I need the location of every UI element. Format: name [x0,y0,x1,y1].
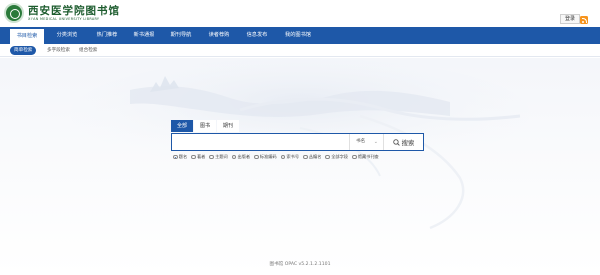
filter-standard-code[interactable]: 标准编码 [254,154,277,160]
logo-text: 西安医学院图书馆 XI'AN MEDICAL UNIVERSITY LIBRAR… [28,5,120,22]
search-button-label: 搜索 [401,138,415,147]
filter-label: 主题词 [215,154,228,159]
filter-label: 索书号 [286,154,300,159]
radio-button[interactable] [231,154,237,160]
filter-title[interactable]: 题名 [173,154,187,160]
search-icon [392,138,400,146]
main-nav: 书目检索 分类浏览 热门推荐 新书通报 期刊导航 读者荐购 信息发布 我的图书馆 [0,27,600,44]
search-scope-value: 书名 [356,139,366,144]
search-input[interactable] [172,134,349,150]
nav-item-reader-recommend[interactable]: 读者荐购 [202,27,236,44]
nav-item-catalog-search[interactable]: 书目检索 [10,27,44,44]
tab-all[interactable]: 全部 [171,120,194,132]
rss-icon[interactable] [580,16,588,24]
nav-item-info-release[interactable]: 信息发布 [240,27,274,44]
filter-label: 著者 [196,154,206,159]
page-footer: 图书馆 OPAC v5.2.1.2.1101 [269,262,331,267]
tab-books[interactable]: 图书 [194,120,217,132]
radio-button[interactable] [303,154,308,160]
ink-landscape-watermark [70,58,530,230]
filter-series[interactable]: 丛编名 [303,154,321,160]
radio-button[interactable] [254,154,259,160]
hero-background [0,58,600,275]
library-logo[interactable]: 西安医学院图书馆 XI'AN MEDICAL UNIVERSITY LIBRAR… [4,3,120,23]
subnav-multi-field-search[interactable]: 多字段检索 [43,46,74,55]
search-bar: 书名 ⌄ 搜索 [171,133,424,151]
filter-label: 馆藏书刊查 [357,154,379,159]
search-type-tabs: 全部 图书 期刊 [171,120,240,132]
filter-label: 丛编名 [308,154,322,159]
logo-title-en: XI'AN MEDICAL UNIVERSITY LIBRARY [28,16,100,21]
nav-item-journal-nav[interactable]: 期刊导航 [164,27,198,44]
subnav-simple-search[interactable]: 简单检索 [10,46,37,55]
radio-button[interactable] [209,154,214,160]
login-button[interactable]: 登录 [560,14,581,24]
chevron-down-icon: ⌄ [373,139,378,145]
university-seal-icon [4,3,24,23]
filter-all-fields[interactable]: 全部字段 [325,154,348,160]
logo-title-cn: 西安医学院图书馆 [28,4,120,17]
filter-label: 出版者 [237,154,251,159]
nav-item-new-books[interactable]: 新书通报 [127,27,161,44]
search-field-filters: 题名 著者 主题词 出版者 标准编码 索书号 丛编名 全部字段 馆藏书刊查 [173,154,383,160]
nav-item-hot-recommend[interactable]: 热门推荐 [90,27,124,44]
nav-item-my-library[interactable]: 我的图书馆 [279,27,317,44]
filter-subject[interactable]: 主题词 [209,154,228,160]
filter-holdings[interactable]: 馆藏书刊查 [352,154,379,160]
radio-button[interactable] [191,154,196,160]
search-scope-select[interactable]: 书名 ⌄ [349,134,383,150]
filter-label: 题名 [178,154,188,159]
filter-call-number[interactable]: 索书号 [280,154,300,160]
filter-publisher[interactable]: 出版者 [231,154,251,160]
tab-journals[interactable]: 期刊 [217,120,240,132]
sub-nav: 简单检索 多字段检索 组合检索 [0,44,600,57]
search-button[interactable]: 搜索 [383,134,423,150]
page-header: 西安医学院图书馆 XI'AN MEDICAL UNIVERSITY LIBRAR… [0,0,600,27]
radio-button[interactable] [280,154,286,160]
filter-label: 标准编码 [259,154,277,159]
nav-item-category-browse[interactable]: 分类浏览 [50,27,84,44]
radio-button[interactable] [173,154,178,160]
filter-author[interactable]: 著者 [191,154,205,160]
filter-label: 全部字段 [331,154,348,159]
radio-button[interactable] [352,154,357,160]
radio-button[interactable] [325,154,330,160]
subnav-combined-search[interactable]: 组合检索 [75,46,101,55]
